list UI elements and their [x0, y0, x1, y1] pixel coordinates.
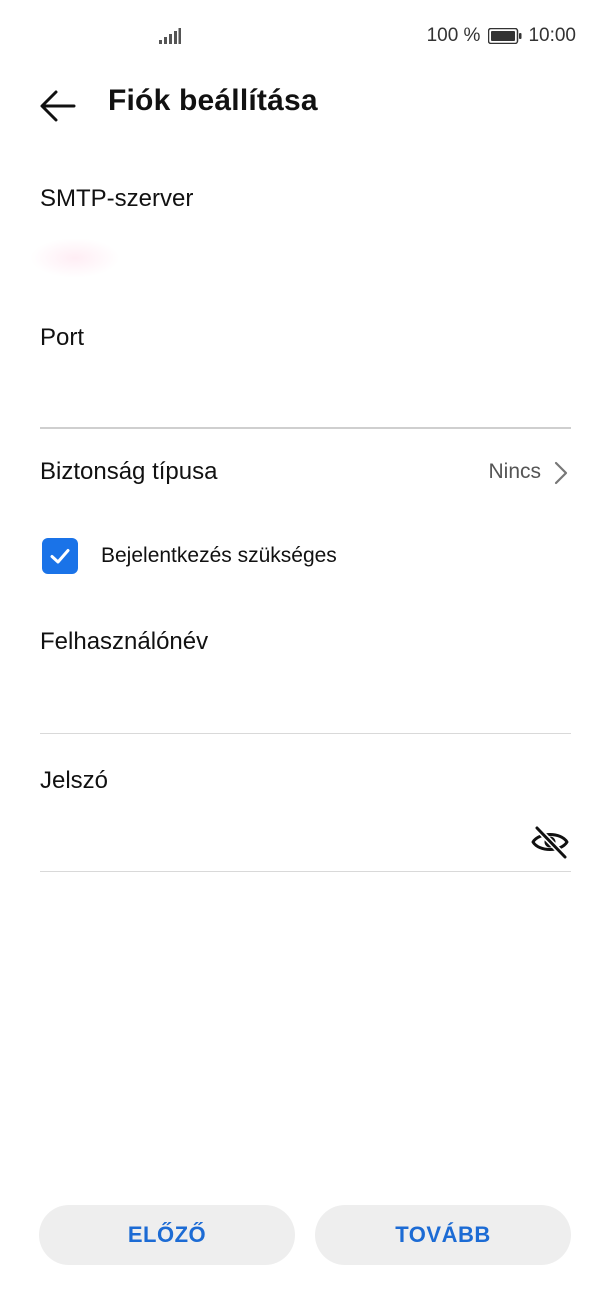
app-header: Fiók beállítása: [0, 70, 610, 140]
username-divider: [40, 733, 571, 734]
eye-off-icon[interactable]: [530, 824, 570, 860]
password-divider: [40, 871, 571, 872]
battery-icon: [488, 28, 522, 44]
checkmark-icon: [50, 549, 70, 564]
smtp-server-label: SMTP-szerver: [40, 185, 194, 212]
security-type-value: Nincs: [488, 460, 541, 483]
next-button[interactable]: TOVÁBB: [315, 1205, 571, 1265]
security-type-label: Biztonság típusa: [40, 458, 218, 485]
previous-button[interactable]: ELŐZŐ: [39, 1205, 295, 1265]
page-title: Fiók beállítása: [108, 84, 318, 117]
port-label: Port: [40, 324, 85, 351]
chevron-right-icon: [554, 461, 568, 485]
login-required-label: Bejelentkezés szükséges: [101, 544, 337, 567]
clock: 10:00: [528, 25, 576, 46]
smtp-server-input[interactable]: [40, 236, 571, 280]
status-right: 100 % 10:00: [427, 24, 576, 48]
username-input[interactable]: [40, 678, 571, 722]
password-input[interactable]: [40, 818, 520, 862]
arrow-left-icon[interactable]: [38, 88, 78, 124]
battery-percent: 100 %: [426, 25, 481, 46]
login-required-checkbox[interactable]: [42, 538, 78, 574]
port-input[interactable]: [40, 374, 571, 418]
port-divider: [40, 427, 571, 429]
signal-icon: [159, 28, 181, 44]
status-bar: 100 % 10:00: [0, 0, 610, 70]
security-type-row[interactable]: Biztonság típusa Nincs: [40, 446, 571, 500]
login-required-row[interactable]: Bejelentkezés szükséges: [42, 536, 337, 576]
password-label: Jelszó: [40, 767, 109, 794]
username-label: Felhasználónév: [40, 628, 209, 655]
